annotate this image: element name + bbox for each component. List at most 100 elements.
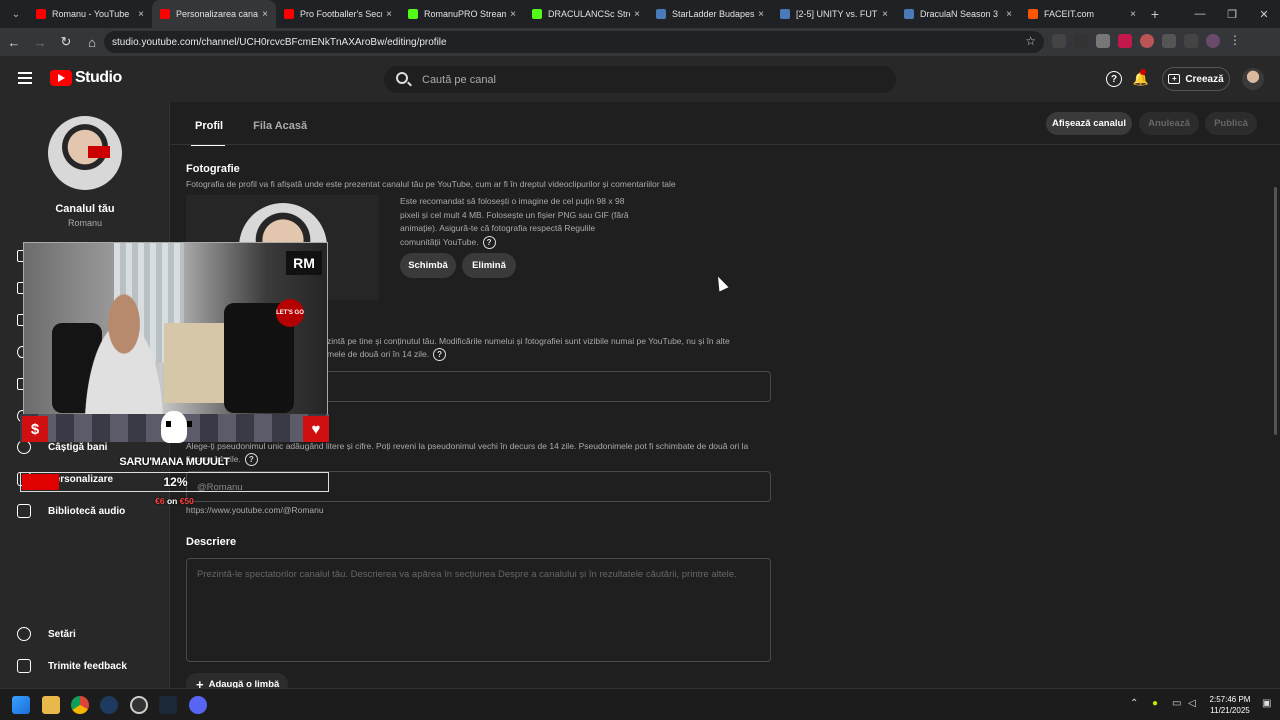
tab-close-icon[interactable]: × — [758, 9, 764, 20]
create-button[interactable]: + Creează — [1162, 67, 1230, 91]
view-channel-button[interactable]: Afișează canalul — [1046, 112, 1132, 135]
browser-tab[interactable]: Romanu - YouTube × — [28, 0, 152, 28]
chrome-icon[interactable] — [71, 696, 89, 714]
obs-icon[interactable] — [130, 696, 148, 714]
channel-name: Romanu — [67, 218, 103, 228]
description-placeholder: Prezintă-le spectatorilor canalul tău. D… — [197, 569, 737, 580]
discord-icon[interactable] — [189, 696, 207, 714]
extension-icon[interactable] — [1074, 34, 1088, 48]
publish-button[interactable]: Publică — [1205, 112, 1257, 135]
goal-separator: on — [164, 496, 180, 506]
tab-close-icon[interactable]: × — [138, 9, 144, 20]
minimize-icon[interactable]: — — [1184, 0, 1216, 28]
change-photo-button[interactable]: Schimbă — [400, 253, 456, 278]
notifications-icon[interactable]: ▣ — [1262, 698, 1271, 709]
webcam-person — [74, 293, 174, 415]
microphone-icon[interactable]: ● — [1152, 698, 1158, 709]
tab-label: Romanu - YouTube — [52, 9, 130, 19]
tab-search-icon[interactable]: ⌄ — [4, 4, 28, 24]
url-input[interactable]: studio.youtube.com/channel/UCH0rcvcBFcmE… — [104, 31, 1044, 53]
help-icon[interactable]: ? — [1106, 71, 1122, 87]
divider — [171, 144, 1280, 145]
app-icon[interactable] — [100, 696, 118, 714]
remove-photo-button[interactable]: Elimină — [462, 253, 516, 278]
tray-chevron-icon[interactable]: ⌃ — [1130, 698, 1138, 709]
new-tab-button[interactable]: + — [1144, 6, 1166, 22]
back-icon[interactable]: ← — [2, 30, 26, 54]
studio-header: Studio Caută pe canal ? 🔔 + Creează — [0, 56, 1280, 102]
close-window-icon[interactable]: ✕ — [1248, 0, 1280, 28]
tab-home[interactable]: Fila Acasă — [253, 120, 307, 132]
steam-icon[interactable] — [159, 696, 177, 714]
forward-icon[interactable]: → — [28, 30, 52, 54]
browser-tab[interactable]: DraculaN Season 3 × — [896, 0, 1020, 28]
tab-close-icon[interactable]: × — [882, 9, 888, 20]
tab-close-icon[interactable]: × — [634, 9, 640, 20]
browser-tab[interactable]: FACEIT.com × — [1020, 0, 1144, 28]
sidebar-item-settings[interactable]: Setări — [0, 620, 170, 648]
tab-close-icon[interactable]: × — [510, 9, 516, 20]
cancel-button[interactable]: Anulează — [1139, 112, 1199, 135]
volume-icon[interactable]: ◁ — [1188, 698, 1196, 709]
channel-avatar[interactable] — [48, 116, 122, 190]
description-input[interactable]: Prezintă-le spectatorilor canalul tău. D… — [186, 558, 771, 662]
puzzle-icon[interactable] — [1162, 34, 1176, 48]
extension-icon[interactable] — [1118, 34, 1132, 48]
tab-favicon-icon — [532, 9, 542, 19]
tab-close-icon[interactable]: × — [1006, 9, 1012, 20]
name-description-text: mele de două ori în 14 zile. — [327, 349, 430, 359]
tab-label: StarLadder Budapest — [672, 9, 755, 19]
notification-dot — [1140, 69, 1146, 75]
search-input[interactable]: Caută pe canal — [384, 66, 896, 93]
dollar-icon: $ — [22, 416, 48, 442]
sidebar-item-feedback[interactable]: Trimite feedback — [0, 652, 170, 680]
extension-icon[interactable] — [1052, 34, 1066, 48]
bookmark-star-icon[interactable]: ☆ — [1025, 34, 1036, 48]
youtube-play-icon — [50, 70, 72, 86]
name-description-line: mele de două ori în 14 zile.? — [327, 348, 730, 362]
browser-tab[interactable]: StarLadder Budapest × — [648, 0, 772, 28]
tab-favicon-icon — [284, 9, 294, 19]
overlay-name: SARU'MANA MUUULT — [119, 456, 230, 468]
help-icon[interactable]: ? — [433, 348, 447, 362]
reload-icon[interactable]: ↻ — [54, 30, 78, 54]
more-icon[interactable]: ⋮ — [1228, 34, 1242, 48]
tab-profile[interactable]: Profil — [190, 120, 226, 146]
home-icon[interactable]: ⌂ — [80, 30, 104, 54]
tab-close-icon[interactable]: × — [262, 9, 268, 20]
browser-tab[interactable]: Pro Footballer's Secr × — [276, 0, 400, 28]
menu-icon[interactable] — [18, 72, 32, 84]
account-avatar[interactable] — [1242, 68, 1264, 90]
studio-logo[interactable]: Studio — [50, 69, 122, 87]
profile-icon[interactable] — [1206, 34, 1220, 48]
restore-icon[interactable]: ❐ — [1216, 0, 1248, 28]
browser-tab[interactable]: [2-5] UNITY vs. FUT × — [772, 0, 896, 28]
photo-hint: Este recomandat să folosești o imagine d… — [400, 195, 632, 249]
extension-icon[interactable] — [1096, 34, 1110, 48]
network-icon[interactable]: ▭ — [1172, 698, 1181, 709]
help-icon[interactable]: ? — [482, 235, 496, 249]
tab-favicon-icon — [408, 9, 418, 19]
photo-description: Fotografia de profil va fi afișată unde … — [186, 179, 676, 189]
tab-close-icon[interactable]: × — [1130, 9, 1136, 20]
browser-tab[interactable]: DRACULANCSc Stream × — [524, 0, 648, 28]
windows-start-icon[interactable] — [12, 696, 30, 714]
browser-tab[interactable]: Personalizarea canalului× — [152, 0, 276, 28]
tab-close-icon[interactable]: × — [386, 9, 392, 20]
browser-tab[interactable]: RomanuPRO Stream × — [400, 0, 524, 28]
extension-icon[interactable] — [1140, 34, 1154, 48]
tab-label: [2-5] UNITY vs. FUT — [796, 9, 878, 19]
clock[interactable]: 2:57:46 PM 11/21/2025 — [1206, 694, 1254, 716]
channel-title: Canalul tău — [55, 203, 115, 215]
media-icon[interactable] — [1184, 34, 1198, 48]
file-explorer-icon[interactable] — [42, 696, 60, 714]
name-description: zintă pe tine și conținutul tău. Modific… — [327, 335, 730, 362]
scrollbar[interactable] — [1274, 187, 1277, 435]
tab-label: Personalizarea canalului — [176, 9, 259, 19]
create-label: Creează — [1185, 73, 1224, 85]
browser-tab-bar: ⌄ Romanu - YouTube×Personalizarea canalu… — [0, 0, 1280, 28]
tab-label: DraculaN Season 3 — [920, 9, 999, 19]
goal-target: €50 — [179, 496, 194, 506]
goal-current: €6 — [155, 496, 165, 506]
tab-label: RomanuPRO Stream — [424, 9, 507, 19]
